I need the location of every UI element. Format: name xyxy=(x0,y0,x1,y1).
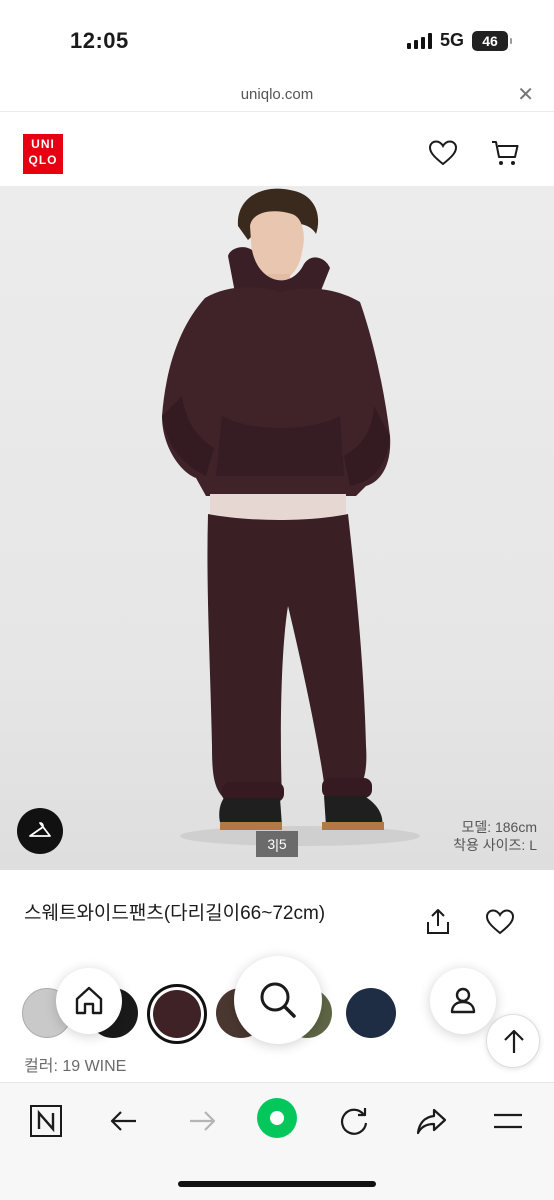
model-height: 모델: 186cm xyxy=(461,819,537,835)
color-label: 컬러: 19 WINE xyxy=(24,1058,127,1075)
url-text[interactable]: uniqlo.com xyxy=(0,86,554,103)
cart-icon[interactable] xyxy=(490,138,520,168)
uniqlo-logo[interactable]: UNI QLO xyxy=(23,134,63,174)
swatch-navy[interactable] xyxy=(346,988,396,1038)
status-bar: 12:05 5G 46 xyxy=(0,0,554,78)
product-title: 스웨트와이드팬츠(다리길이66~72cm) xyxy=(24,903,326,924)
logo-line-1: UNI xyxy=(31,137,55,151)
home-indicator xyxy=(178,1181,376,1187)
network-type: 5G xyxy=(439,30,464,50)
menu-icon[interactable] xyxy=(490,1103,526,1139)
image-page-indicator: 3|5 xyxy=(256,831,298,857)
naver-n-icon[interactable] xyxy=(28,1103,64,1139)
floating-home-button[interactable] xyxy=(56,968,122,1034)
battery-icon: 46 xyxy=(472,30,512,51)
wearing-size: 착용 사이즈: L xyxy=(453,837,537,853)
heart-icon[interactable] xyxy=(428,138,458,168)
green-circle-icon[interactable] xyxy=(256,1097,298,1139)
wishlist-heart-icon[interactable] xyxy=(484,906,516,938)
floating-search-button[interactable] xyxy=(234,956,322,1044)
status-time: 12:05 xyxy=(70,28,129,53)
swatch-wine-selected[interactable] xyxy=(147,984,207,1044)
arrow-up-icon xyxy=(504,1029,524,1053)
url-bar[interactable]: uniqlo.com ✕ xyxy=(0,78,554,112)
share-arrow-icon[interactable] xyxy=(414,1103,450,1139)
fitting-button[interactable] xyxy=(17,808,63,854)
search-icon xyxy=(260,982,296,1018)
share-icon[interactable] xyxy=(422,906,454,938)
close-icon[interactable]: ✕ xyxy=(517,82,534,107)
model-illustration xyxy=(162,188,420,846)
logo-line-2: QLO xyxy=(28,153,58,167)
browser-bottom-bar xyxy=(0,1082,554,1200)
scroll-to-top-button[interactable] xyxy=(486,1014,540,1068)
model-info: 모델: 186cm 착용 사이즈: L xyxy=(453,818,537,854)
hanger-icon xyxy=(29,822,51,837)
status-indicators: 5G 46 xyxy=(406,30,512,51)
refresh-icon[interactable] xyxy=(336,1103,372,1139)
signal-icon xyxy=(406,32,432,49)
forward-arrow-icon[interactable] xyxy=(184,1103,220,1139)
product-image[interactable]: 3|5 모델: 186cm 착용 사이즈: L xyxy=(0,186,554,870)
back-arrow-icon[interactable] xyxy=(106,1103,142,1139)
home-icon xyxy=(75,986,103,1015)
site-header: UNI QLO xyxy=(0,112,554,186)
